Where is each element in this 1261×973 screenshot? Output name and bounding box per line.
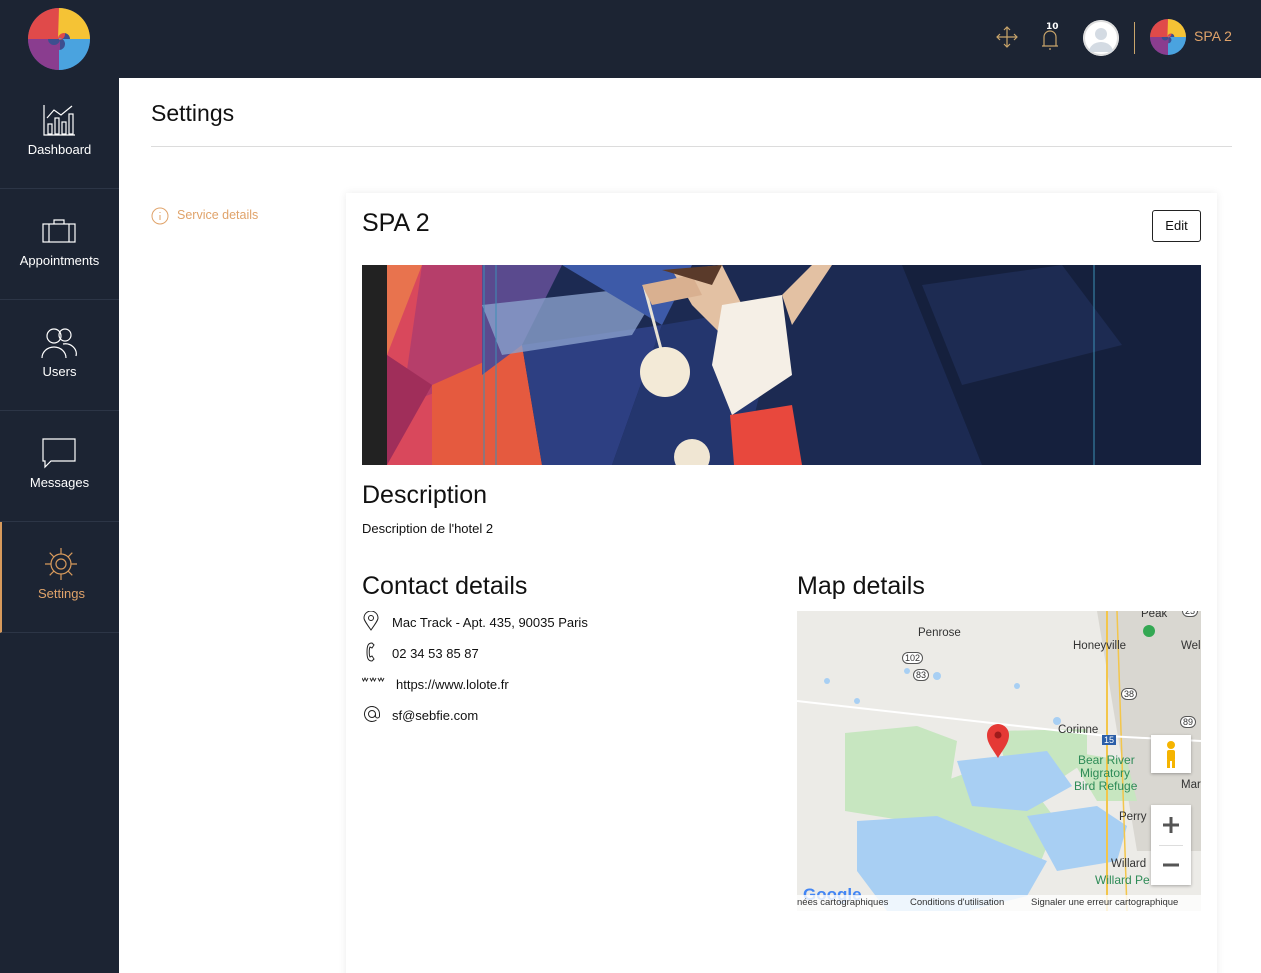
org-name[interactable]: SPA 2 xyxy=(1194,28,1232,44)
sidebar-item-settings[interactable]: Settings xyxy=(0,522,119,633)
org-logo-icon[interactable] xyxy=(1150,19,1186,55)
map-footer: nées cartographiques Conditions d'utilis… xyxy=(797,895,1201,911)
www-icon xyxy=(361,673,385,693)
map-label-penrose: Penrose xyxy=(918,627,961,639)
map-label-perry: Perry xyxy=(1119,811,1147,823)
contact-website-text[interactable]: https://www.lolote.fr xyxy=(396,677,509,692)
chat-icon xyxy=(41,435,77,471)
map-label-honeyville: Honeyville xyxy=(1073,640,1127,652)
subnav-label: Service details xyxy=(177,208,259,222)
map-data-credit: nées cartographiques xyxy=(797,897,889,908)
map-label-bird-refuge: Bird Refuge xyxy=(1074,779,1138,793)
map-label-willard: Willard xyxy=(1111,858,1147,870)
map-terms-link[interactable]: Conditions d'utilisation xyxy=(910,897,1004,908)
service-banner-image xyxy=(362,265,1201,465)
sidebar-item-label: Settings xyxy=(38,586,85,601)
service-card: SPA 2 Edit Description Description de l'… xyxy=(346,193,1217,973)
sidebar-item-label: Dashboard xyxy=(27,142,92,157)
route-102: 102 xyxy=(902,652,924,664)
header-divider xyxy=(1134,22,1135,54)
route-89: 89 xyxy=(1180,716,1197,728)
briefcase-icon xyxy=(41,213,77,249)
chart-icon xyxy=(41,102,77,138)
gear-icon xyxy=(43,546,79,582)
sidebar-item-label: Messages xyxy=(29,475,90,490)
description-heading: Description xyxy=(362,481,488,509)
move-icon[interactable] xyxy=(996,26,1018,48)
users-icon xyxy=(41,324,77,360)
phone-icon xyxy=(362,642,380,662)
app-logo[interactable] xyxy=(28,8,90,70)
map-label-wel: Wel xyxy=(1181,640,1201,652)
contact-phone-text: 02 34 53 85 87 xyxy=(392,646,479,661)
at-icon xyxy=(362,704,380,724)
contact-address-text: Mac Track - Apt. 435, 90035 Paris xyxy=(392,615,588,630)
map-label-willard-pe: Willard Pe xyxy=(1095,873,1150,887)
sidebar-item-users[interactable]: Users xyxy=(0,300,119,411)
map-report-link[interactable]: Signaler une erreur cartographique xyxy=(1031,897,1178,908)
contact-heading: Contact details xyxy=(362,572,528,600)
sidebar: Dashboard Appointments Users Messages Se… xyxy=(0,78,119,973)
contact-email-text[interactable]: sf@sebfie.com xyxy=(392,708,478,723)
map-label-migratory: Migratory xyxy=(1080,766,1131,780)
sidebar-item-label: Users xyxy=(42,364,77,379)
user-avatar[interactable] xyxy=(1083,20,1119,56)
sidebar-item-appointments[interactable]: Appointments xyxy=(0,189,119,300)
zoom-in-button[interactable] xyxy=(1151,805,1191,845)
sidebar-item-messages[interactable]: Messages xyxy=(0,411,119,522)
sidebar-item-dashboard[interactable]: Dashboard xyxy=(0,78,119,189)
map-label-bear-river: Bear River xyxy=(1078,753,1135,767)
map-label-corinne: Corinne xyxy=(1058,724,1099,736)
page-title: Settings xyxy=(151,100,235,126)
map-widget[interactable]: Penrose Honeyville Peak Wel Corinne Bear… xyxy=(797,611,1201,911)
info-icon xyxy=(151,207,169,225)
zoom-controls xyxy=(1151,805,1191,885)
map-label-peak: Peak xyxy=(1141,611,1168,620)
notification-count: 10 xyxy=(1046,22,1059,32)
service-title: SPA 2 xyxy=(362,209,430,237)
route-38: 38 xyxy=(1121,688,1138,700)
description-text: Description de l'hotel 2 xyxy=(362,521,494,536)
route-15: 15 xyxy=(1102,735,1117,745)
edit-button[interactable]: Edit xyxy=(1152,210,1201,242)
street-view-pegman-icon[interactable] xyxy=(1151,735,1191,773)
title-divider xyxy=(151,146,1232,147)
route-83: 83 xyxy=(913,669,930,681)
location-pin-icon xyxy=(362,610,380,631)
sidebar-item-label: Appointments xyxy=(19,253,100,268)
map-heading: Map details xyxy=(797,572,925,600)
map-label-mar: Mar xyxy=(1181,779,1201,791)
zoom-out-button[interactable] xyxy=(1151,845,1191,885)
top-bar: 10 SPA 2 xyxy=(0,0,1261,78)
